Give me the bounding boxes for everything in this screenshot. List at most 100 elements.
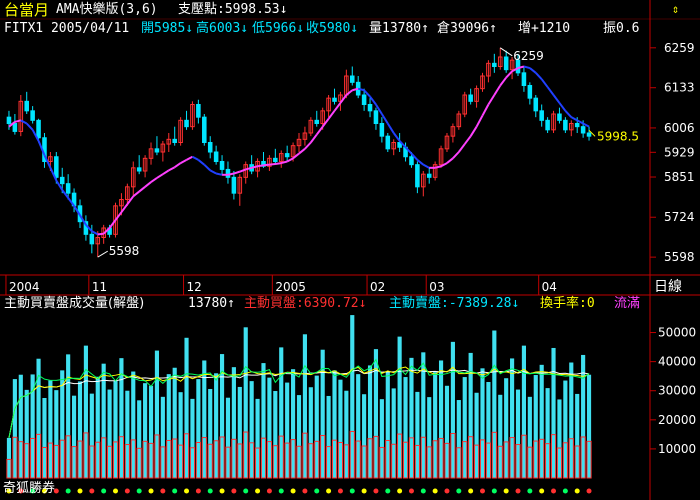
volume-bar-sell (474, 392, 479, 478)
ama-line (114, 211, 123, 221)
candle-body (361, 94, 367, 105)
volume-bar-sell (563, 380, 568, 478)
volume-bar-sell (154, 350, 160, 478)
signal-dot (479, 488, 485, 494)
volume-tick-label: 20000 (658, 413, 696, 427)
candle-body (136, 167, 142, 172)
volume-bar-sell (178, 392, 183, 478)
price-tick-label: 6259 (664, 41, 695, 55)
ama-line (440, 162, 448, 168)
signal-dot (160, 488, 166, 494)
high-annotation: 6259 (513, 49, 544, 63)
ama-line (434, 165, 442, 169)
last-annotation: 5998.5 (597, 129, 639, 143)
ama-line (339, 94, 348, 104)
signal-dot (503, 488, 509, 494)
volume-bar-sell (344, 390, 349, 478)
candle-body (415, 164, 420, 188)
ama-line (197, 159, 205, 166)
volume-bar-sell (326, 395, 331, 478)
volume-bar-sell (379, 399, 384, 478)
high-value: 高6003↓ (196, 21, 249, 36)
signal-dot (207, 488, 213, 494)
candle-body (314, 119, 320, 125)
volume-title: 主動買賣盤成交量(解盤) (4, 296, 145, 311)
ama-line (345, 89, 353, 96)
volume-bar-sell (83, 345, 88, 478)
signal-dot (551, 488, 557, 494)
ama-line (263, 163, 270, 167)
volume-bar-sell (66, 354, 71, 478)
candle-body (385, 135, 391, 150)
ama-line (144, 181, 152, 188)
ama-line (233, 170, 241, 175)
signal-dot (539, 488, 545, 494)
volume-bar-sell (450, 341, 455, 478)
volume-bar-sell (350, 315, 355, 478)
volume-bar-sell (214, 373, 219, 478)
ama-line (333, 102, 342, 112)
volume-tick-label: 10000 (658, 442, 696, 456)
volume-bar-sell (166, 374, 171, 478)
ama-line (286, 157, 294, 163)
volume-bar-sell (433, 372, 438, 478)
arrow-button[interactable]: ⇕ (672, 2, 679, 16)
volume-bar-sell (184, 337, 189, 478)
ama-line (493, 84, 502, 96)
volume-bar-sell (77, 381, 83, 478)
volume-bar-sell (338, 379, 343, 478)
indicator-label: AMA快樂版(3,6) (56, 2, 158, 17)
ama-line (162, 169, 170, 176)
candle-body (503, 56, 509, 71)
ama-line (215, 172, 223, 176)
volume-bar-sell (131, 371, 136, 478)
volume-tick-label: 40000 (658, 355, 696, 369)
candle-body (154, 148, 160, 153)
candle-body (59, 176, 65, 185)
candle-body (373, 110, 379, 125)
ama-line (310, 133, 318, 144)
candle-body (492, 62, 497, 67)
ama-line (381, 113, 389, 125)
volume-bar-sell (332, 370, 337, 478)
ama-line (14, 119, 22, 123)
ama-line (529, 67, 537, 74)
signal-dot (77, 488, 83, 494)
volume-bar-sell (243, 327, 248, 478)
candle-body (367, 104, 373, 112)
flow-label: 流滿 (614, 296, 641, 311)
ama-line (304, 141, 312, 150)
price-tick-label: 5851 (664, 170, 695, 184)
price-tick-label: 6133 (664, 81, 695, 95)
volume-bar-sell (415, 391, 420, 478)
ama-line (523, 65, 531, 70)
volume-bar-sell (296, 395, 302, 478)
ama-line (546, 86, 555, 96)
signal-dot (184, 488, 190, 494)
volume-bar-sell (291, 369, 296, 478)
ama-line (392, 132, 401, 142)
ama-line (540, 78, 549, 88)
ama-line (469, 126, 478, 137)
volume-bar-sell (160, 396, 165, 478)
volume-bar-sell (557, 399, 562, 478)
volume-bar-sell (498, 394, 503, 478)
volume-bar-sell (60, 370, 65, 478)
signal-dot (456, 488, 462, 494)
ama-line (422, 163, 430, 169)
candle-body (521, 72, 527, 87)
x-tick-label: 2004 (9, 280, 40, 294)
volume-bar-sell (261, 363, 266, 478)
signal-dot (231, 488, 237, 494)
period-label[interactable]: 日線 (654, 280, 682, 294)
ama-line (275, 162, 282, 166)
support-label: 支壓點:5998.53↓ (178, 2, 288, 17)
candle-body (273, 157, 278, 162)
volume-bar-sell (273, 391, 278, 478)
candle-body (30, 110, 35, 121)
candle-body (24, 100, 29, 112)
active-buy: 主動買盤:6390.72↓ (244, 296, 367, 311)
volume-bar-sell (308, 387, 313, 478)
signal-dot (136, 488, 142, 494)
ama-line (446, 157, 454, 164)
